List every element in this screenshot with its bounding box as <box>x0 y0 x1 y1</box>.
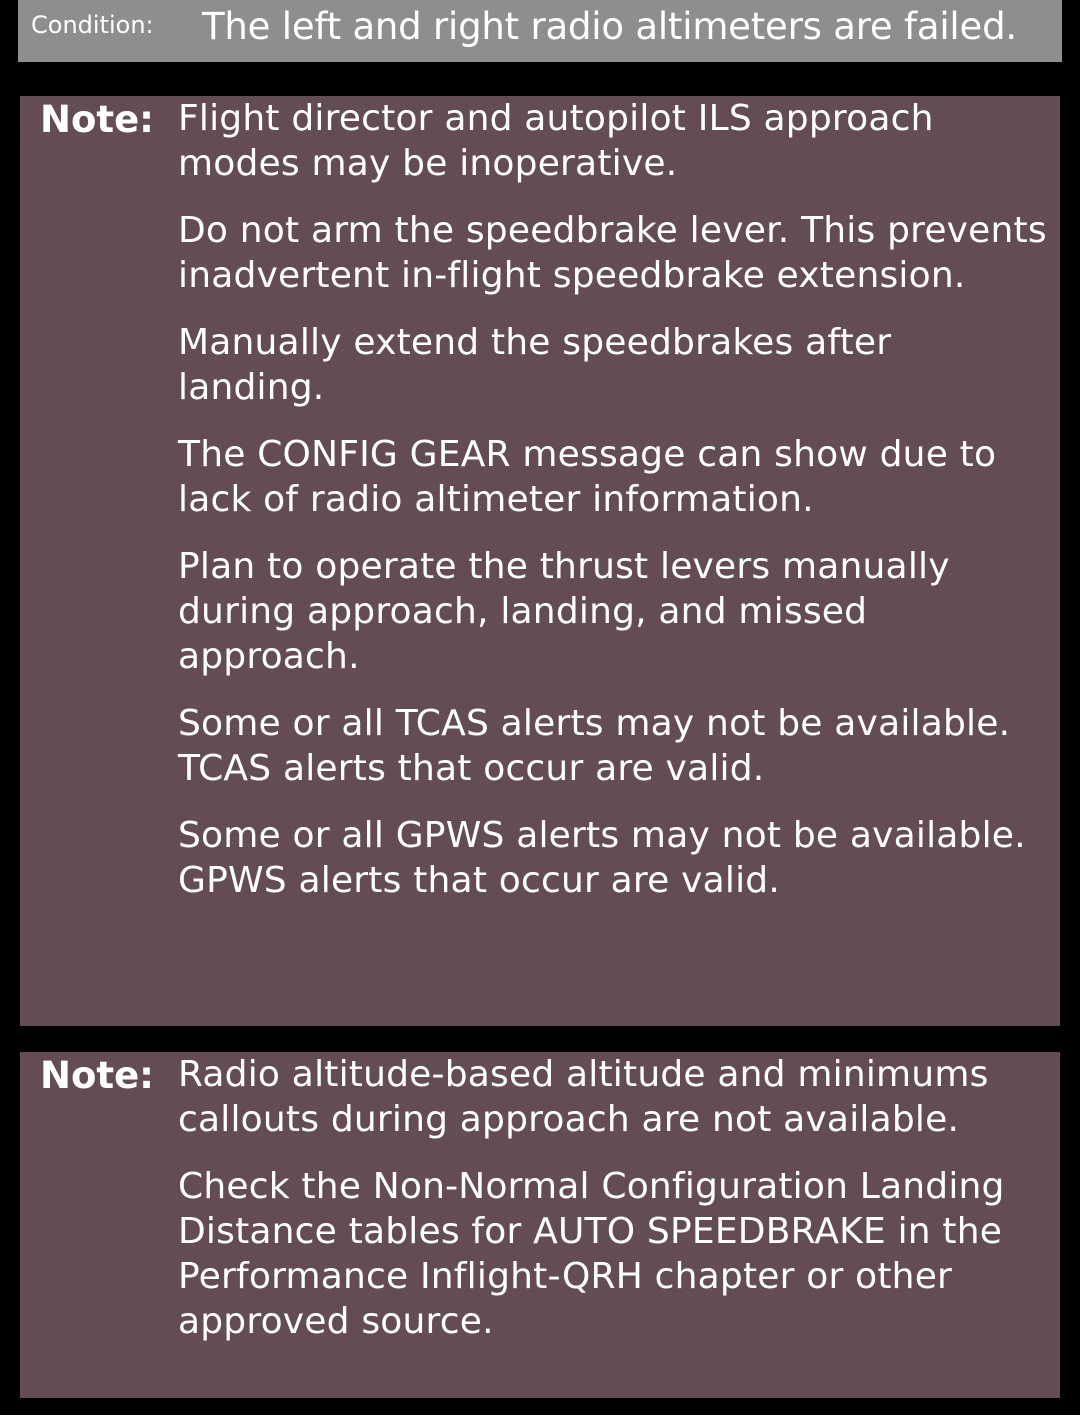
note-label: Note: <box>40 98 154 141</box>
note-paragraph: Check the Non-Normal Configuration Landi… <box>178 1166 1005 1342</box>
note-paragraph: Do not arm the speedbrake lever. This pr… <box>178 210 1047 296</box>
note-paragraphs: Flight director and autopilot ILS approa… <box>178 96 1048 925</box>
note-box-2: Note: Radio altitude-based altitude and … <box>20 1052 1060 1398</box>
note-paragraph: Plan to operate the thrust levers manual… <box>178 546 950 677</box>
condition-bar: Condition: The left and right radio alti… <box>18 0 1062 62</box>
note-paragraph: Some or all TCAS alerts may not be avail… <box>178 703 1011 789</box>
note-paragraphs: Radio altitude-based altitude and minimu… <box>178 1052 1048 1366</box>
note-paragraph: Manually extend the speedbrakes after la… <box>178 322 892 408</box>
note-label: Note: <box>40 1054 154 1097</box>
note-paragraph: Flight director and autopilot ILS approa… <box>178 98 934 184</box>
note-paragraph: Some or all GPWS alerts may not be avail… <box>178 815 1026 901</box>
note-paragraph: The CONFIG GEAR message can show due to … <box>178 434 997 520</box>
note-box-1: Note: Flight director and autopilot ILS … <box>20 96 1060 1026</box>
condition-label: Condition: <box>31 11 154 39</box>
condition-text: The left and right radio altimeters are … <box>202 5 1017 48</box>
note-paragraph: Radio altitude-based altitude and minimu… <box>178 1054 989 1140</box>
